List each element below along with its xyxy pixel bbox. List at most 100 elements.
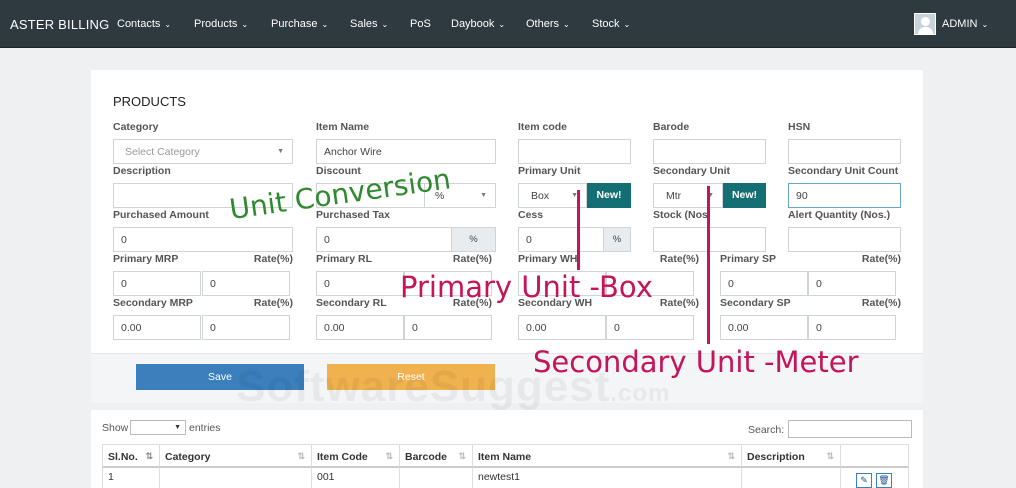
column-header-category-label: Category — [165, 451, 211, 463]
nav-purchase[interactable]: Purchase ⌄ — [271, 18, 328, 30]
secondary-sp-input[interactable]: 0.00 — [720, 315, 808, 340]
dropdown-caret-icon: ▼ — [480, 192, 487, 199]
secondary-wh-rate-input[interactable]: 0 — [606, 315, 694, 340]
nav-sales[interactable]: Sales ⌄ — [350, 18, 388, 30]
chevron-down-icon: ⌄ — [241, 20, 249, 29]
nav-pos[interactable]: PoS — [410, 18, 431, 30]
search-label: Search: — [748, 424, 785, 436]
nav-pos-label: PoS — [410, 18, 431, 30]
sort-icon: ⇅ — [297, 451, 305, 461]
purchased-amount-label: Purchased Amount — [113, 209, 209, 221]
primary-wh-rate-label: Rate(%) — [659, 253, 699, 265]
chevron-down-icon: ⌄ — [981, 20, 989, 29]
cess-percent-addon: % — [603, 227, 631, 252]
alert-quantity-input[interactable] — [788, 227, 901, 252]
primary-sp-rate-label: Rate(%) — [861, 253, 901, 265]
secondary-unit-new-button[interactable]: New! — [723, 183, 766, 208]
cell-description — [741, 468, 841, 488]
user-menu[interactable]: ADMIN ⌄ — [942, 18, 988, 30]
column-header-description[interactable]: Description ⇅ — [741, 444, 841, 468]
cell-category — [159, 468, 312, 488]
nav-products[interactable]: Products ⌄ — [194, 18, 248, 30]
primary-sp-input[interactable]: 0 — [720, 271, 808, 296]
nav-stock-label: Stock — [592, 18, 620, 30]
sort-icon: ⇅ — [145, 451, 153, 461]
sort-icon: ⇅ — [458, 451, 466, 461]
avatar[interactable] — [914, 13, 936, 35]
secondary-unit-select[interactable]: Mtr ▼ — [653, 183, 723, 208]
column-header-slno[interactable]: Sl.No. ⇅ — [102, 444, 160, 468]
primary-mrp-rate-input[interactable]: 0 — [202, 271, 290, 296]
primary-mrp-input[interactable]: 0 — [113, 271, 201, 296]
cess-input[interactable]: 0 — [518, 227, 604, 252]
column-header-barcode-label: Barcode — [405, 451, 448, 463]
page-title: PRODUCTS — [113, 94, 186, 109]
column-header-item-code[interactable]: Item Code ⇅ — [311, 444, 400, 468]
chevron-down-icon: ⌄ — [321, 20, 329, 29]
purchased-tax-percent-addon: % — [451, 227, 496, 252]
cess-label: Cess — [518, 209, 544, 221]
column-header-barcode[interactable]: Barcode ⇅ — [399, 444, 473, 468]
brand-logo[interactable]: ASTER BILLING — [10, 17, 109, 32]
table-search-input[interactable] — [788, 420, 912, 438]
secondary-rl-input[interactable]: 0.00 — [316, 315, 404, 340]
column-header-slno-label: Sl.No. — [108, 451, 138, 463]
primary-unit-value: Box — [531, 190, 550, 202]
primary-mrp-rate-label: Rate(%) — [253, 253, 293, 265]
column-header-category[interactable]: Category ⇅ — [159, 444, 312, 468]
primary-rl-input[interactable]: 0 — [316, 271, 404, 296]
nav-contacts[interactable]: Contacts ⌄ — [117, 18, 171, 30]
nav-stock[interactable]: Stock ⌄ — [592, 18, 630, 30]
cell-actions — [840, 468, 909, 488]
avatar-body — [918, 27, 933, 34]
secondary-unit-count-label: Secondary Unit Count — [788, 165, 899, 177]
secondary-sp-rate-input[interactable]: 0 — [808, 315, 896, 340]
column-header-item-name[interactable]: Item Name ⇅ — [472, 444, 742, 468]
hsn-label: HSN — [788, 121, 811, 133]
barcode-input[interactable] — [653, 139, 766, 164]
nav-others-label: Others — [526, 18, 560, 30]
cell-item-name: newtest1 — [472, 468, 742, 488]
item-name-label: Item Name — [316, 121, 370, 133]
primary-unit-new-button[interactable]: New! — [587, 183, 631, 208]
delete-icon[interactable]: 🗑 — [876, 473, 892, 488]
category-placeholder: Select Category — [125, 146, 200, 158]
nav-contacts-label: Contacts — [117, 18, 161, 30]
sort-icon: ⇅ — [727, 451, 735, 461]
annotation-primary-unit: Primary Unit -Box — [400, 270, 653, 304]
nav-daybook[interactable]: Daybook ⌄ — [451, 18, 505, 30]
avatar-head — [921, 17, 930, 26]
primary-unit-label: Primary Unit — [518, 165, 581, 177]
item-code-input[interactable] — [518, 139, 631, 164]
column-header-actions — [840, 444, 909, 468]
sort-icon: ⇅ — [826, 451, 834, 461]
products-form-panel: PRODUCTS Category Item Name Item code Ba… — [91, 70, 923, 353]
nav-others[interactable]: Others ⌄ — [526, 18, 570, 30]
secondary-mrp-input[interactable]: 0.00 — [113, 315, 201, 340]
secondary-unit-value: Mtr — [666, 190, 682, 202]
reset-button[interactable]: Reset — [327, 364, 495, 390]
save-button[interactable]: Save — [136, 364, 304, 390]
entries-per-page-select[interactable]: ▼ — [130, 420, 186, 435]
column-header-description-label: Description — [747, 451, 805, 463]
nav-products-label: Products — [194, 18, 238, 30]
edit-icon[interactable]: ✎ — [856, 473, 872, 488]
category-select[interactable]: Select Category ▼ — [113, 139, 293, 164]
barcode-label: Barode — [653, 121, 690, 133]
item-name-input[interactable]: Anchor Wire — [316, 139, 496, 164]
secondary-rl-rate-input[interactable]: 0 — [404, 315, 492, 340]
alert-quantity-label: Alert Quantity (Nos.) — [788, 209, 891, 221]
secondary-mrp-label: Secondary MRP — [113, 297, 193, 309]
annotation-pointer-secondary — [707, 186, 710, 344]
sort-icon: ⇅ — [385, 451, 393, 461]
user-name: ADMIN — [942, 18, 978, 30]
purchased-amount-input[interactable]: 0 — [113, 227, 293, 252]
hsn-input[interactable] — [788, 139, 901, 164]
secondary-unit-count-input[interactable]: 90 — [788, 183, 901, 208]
primary-sp-rate-input[interactable]: 0 — [808, 271, 896, 296]
chevron-down-icon: ⌄ — [563, 20, 570, 29]
primary-wh-label: Primary WH — [518, 253, 578, 265]
purchased-tax-input[interactable]: 0 — [316, 227, 452, 252]
secondary-mrp-rate-input[interactable]: 0 — [202, 315, 290, 340]
secondary-wh-input[interactable]: 0.00 — [518, 315, 606, 340]
